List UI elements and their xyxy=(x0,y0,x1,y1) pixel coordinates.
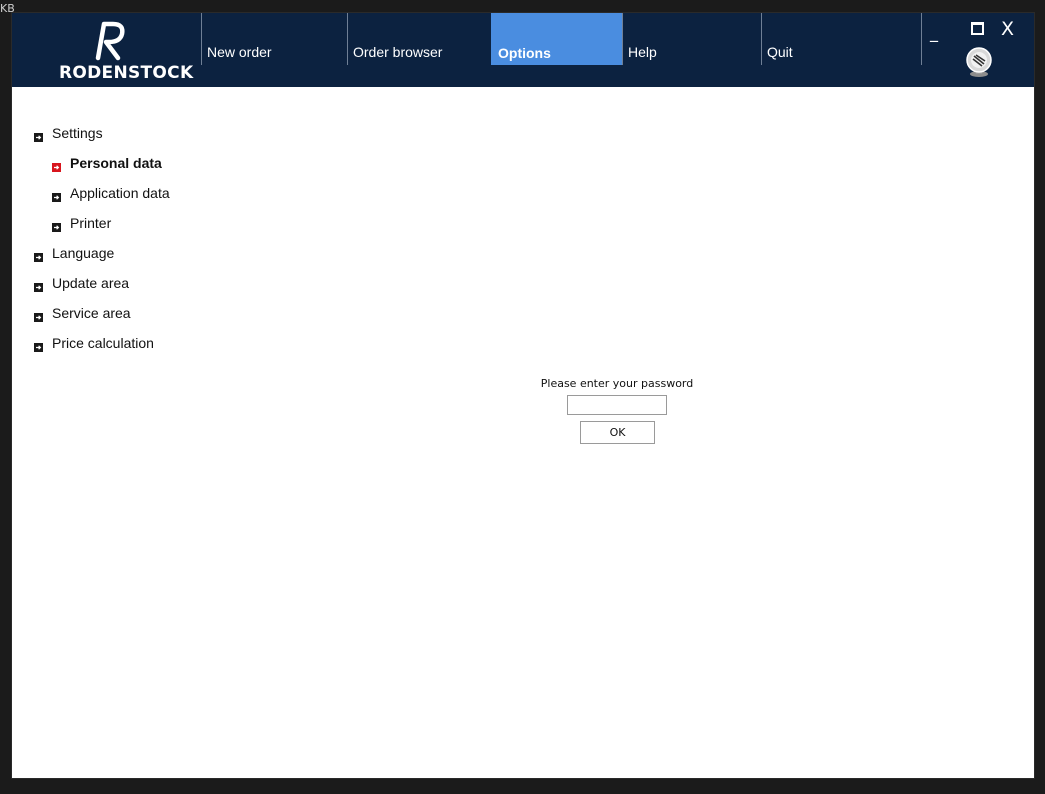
tree-item-price-calculation[interactable]: Price calculation xyxy=(34,333,154,353)
expand-arrow-icon[interactable] xyxy=(34,129,43,142)
logo-r-icon xyxy=(95,21,125,61)
nav-order-browser[interactable]: Order browser xyxy=(347,13,491,65)
expand-arrow-icon[interactable] xyxy=(52,219,61,232)
tree-item-personal-data[interactable]: Personal data xyxy=(52,153,162,173)
expand-arrow-icon[interactable] xyxy=(34,309,43,322)
ok-button[interactable]: OK xyxy=(580,421,655,444)
nav-help[interactable]: Help xyxy=(622,13,761,65)
password-prompt: Please enter your password OK xyxy=(512,373,722,453)
top-bar: RODENSTOCK New order Order browser Optio… xyxy=(12,13,1034,87)
password-label: Please enter your password xyxy=(540,377,694,390)
tree-item-language[interactable]: Language xyxy=(34,243,114,263)
password-input[interactable] xyxy=(567,395,667,415)
nav-label: Help xyxy=(628,44,657,60)
expand-arrow-icon[interactable] xyxy=(52,189,61,202)
window-controls-divider xyxy=(921,13,922,65)
nav-new-order[interactable]: New order xyxy=(201,13,347,65)
minimize-icon[interactable]: _ xyxy=(930,23,938,42)
nav-options[interactable]: Options xyxy=(491,13,622,65)
tree-item-label: Service area xyxy=(52,305,131,321)
maximize-icon[interactable] xyxy=(971,22,984,35)
logo-text: RODENSTOCK xyxy=(59,63,194,83)
tree-item-label: Language xyxy=(52,245,115,261)
options-tree: Settings Personal data Application data Pri… xyxy=(12,87,312,387)
close-icon[interactable]: X xyxy=(1001,18,1014,40)
tree-item-service-area[interactable]: Service area xyxy=(34,303,131,323)
tree-item-printer[interactable]: Printer xyxy=(52,213,111,233)
tree-item-label: Personal data xyxy=(70,155,162,171)
nav-label: New order xyxy=(207,44,272,60)
rodenstock-logo: RODENSTOCK xyxy=(57,17,193,83)
expand-arrow-icon[interactable] xyxy=(52,159,61,172)
nav-label: Order browser xyxy=(353,44,443,60)
nav-label: Quit xyxy=(767,44,793,60)
tree-item-settings[interactable]: Settings xyxy=(34,123,103,143)
tree-item-application-data[interactable]: Application data xyxy=(52,183,170,203)
expand-arrow-icon[interactable] xyxy=(34,339,43,352)
tree-item-update-area[interactable]: Update area xyxy=(34,273,129,293)
tree-item-label: Settings xyxy=(52,125,103,141)
tree-item-label: Price calculation xyxy=(52,335,154,351)
expand-arrow-icon[interactable] xyxy=(34,279,43,292)
tree-item-label: Printer xyxy=(70,215,112,231)
expand-arrow-icon[interactable] xyxy=(34,249,43,262)
tree-item-label: Update area xyxy=(52,275,130,291)
nav-label: Options xyxy=(498,45,551,61)
remote-support-icon[interactable] xyxy=(963,47,995,79)
app-window: RODENSTOCK New order Order browser Optio… xyxy=(11,12,1035,779)
nav-quit[interactable]: Quit xyxy=(761,13,921,65)
tree-item-label: Application data xyxy=(70,185,170,201)
